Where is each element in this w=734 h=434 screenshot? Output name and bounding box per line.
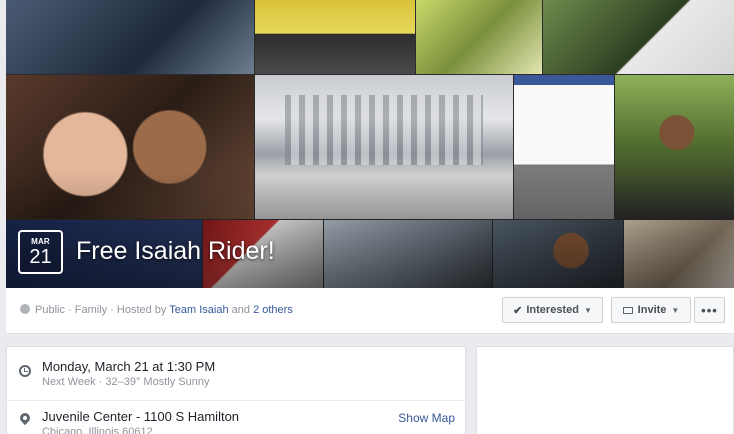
others-link[interactable]: 2 others — [253, 304, 293, 316]
pin-icon — [17, 410, 33, 426]
interested-label: Interested — [526, 304, 579, 316]
caret-down-icon: ▼ — [583, 305, 592, 315]
cover-tile — [416, 0, 542, 74]
show-map-link[interactable]: Show Map — [398, 411, 455, 425]
globe-icon — [20, 304, 30, 314]
mail-icon — [622, 306, 633, 314]
event-month: MAR — [31, 237, 50, 246]
event-weather: Next Week · 32–39° Mostly Sunny — [42, 376, 210, 388]
privacy-text: Public · Family · Hosted by — [35, 304, 170, 316]
invite-button[interactable]: Invite ▼ — [611, 297, 691, 323]
cover-tile — [255, 0, 415, 74]
cover-tile — [543, 0, 734, 74]
event-info-bar: Public · Family · Hosted by Team Isaiah … — [6, 288, 734, 334]
and-text: and — [228, 304, 254, 316]
cover-gradient — [6, 170, 734, 288]
cover-photo-collage[interactable]: MAR 21 Free Isaiah Rider! — [6, 0, 734, 288]
event-details-card: Monday, March 21 at 1:30 PM Next Week · … — [6, 346, 466, 434]
check-icon: ✔ — [513, 304, 523, 317]
host-link[interactable]: Team Isaiah — [169, 304, 228, 316]
interested-button[interactable]: ✔ Interested ▼ — [502, 297, 603, 323]
event-day: 21 — [29, 246, 52, 268]
more-options-button[interactable]: ••• — [694, 297, 725, 323]
event-page: MAR 21 Free Isaiah Rider! Public · Famil… — [0, 0, 734, 434]
caret-down-icon: ▼ — [671, 305, 680, 315]
side-card — [476, 346, 734, 434]
event-title: Free Isaiah Rider! — [76, 237, 275, 265]
event-address: Chicago, Illinois 60612 — [42, 426, 153, 434]
clock-icon — [19, 365, 31, 377]
event-location-row: Juvenile Center - 1100 S Hamilton Chicag… — [7, 405, 465, 434]
event-privacy-host: Public · Family · Hosted by Team Isaiah … — [20, 304, 293, 316]
event-date-badge: MAR 21 — [18, 230, 63, 274]
event-location[interactable]: Juvenile Center - 1100 S Hamilton — [42, 409, 239, 424]
event-time: Monday, March 21 at 1:30 PM — [42, 359, 216, 374]
invite-label: Invite — [637, 304, 667, 316]
cover-tile — [6, 0, 254, 74]
event-time-row: Monday, March 21 at 1:30 PM Next Week · … — [7, 355, 465, 401]
